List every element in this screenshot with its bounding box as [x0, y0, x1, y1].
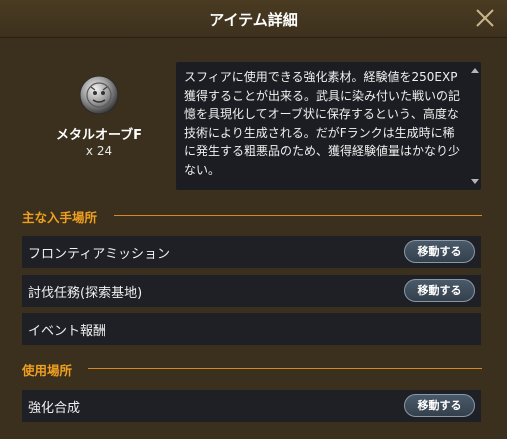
row-label: イベント報酬 [28, 324, 107, 339]
metal-orb-icon [79, 75, 119, 115]
dialog-header: アイテム詳細 [0, 0, 507, 38]
acquire-row-frontier-mission: フロンティアミッション 移動する [22, 236, 481, 268]
acquire-section-title: 主な入手場所 [22, 210, 98, 225]
item-description-box[interactable]: スフィアに使用できる強化素材。経験値を250EXP獲得することが出来る。武具に染… [176, 62, 481, 190]
usage-section-header: 使用場所 [22, 360, 482, 378]
scroll-down-arrow-icon[interactable] [471, 179, 479, 184]
usage-row-enhance-synthesis: 強化合成 移動する [22, 390, 481, 422]
acquire-row-event-reward: イベント報酬 [22, 313, 481, 345]
section-divider [114, 215, 482, 216]
acquire-section-header: 主な入手場所 [22, 207, 482, 225]
section-divider [88, 368, 482, 369]
row-label: フロンティアミッション [28, 247, 170, 262]
item-count: x 24 [85, 144, 113, 158]
row-label: 強化合成 [28, 401, 81, 416]
row-label: 討伐任務(探索基地) [28, 286, 143, 301]
item-name: メタルオーブF [55, 128, 143, 143]
move-button[interactable]: 移動する [404, 279, 475, 302]
description-scrollbar[interactable] [470, 66, 479, 186]
move-button[interactable]: 移動する [404, 394, 475, 417]
close-icon[interactable] [473, 6, 497, 30]
scroll-up-arrow-icon[interactable] [471, 68, 479, 73]
acquire-row-subjugation-mission: 討伐任務(探索基地) 移動する [22, 275, 481, 307]
usage-section-title: 使用場所 [22, 363, 73, 378]
dialog-title: アイテム詳細 [209, 11, 298, 29]
item-description: スフィアに使用できる強化素材。経験値を250EXP獲得することが出来る。武具に染… [184, 70, 461, 177]
move-button[interactable]: 移動する [404, 240, 475, 263]
